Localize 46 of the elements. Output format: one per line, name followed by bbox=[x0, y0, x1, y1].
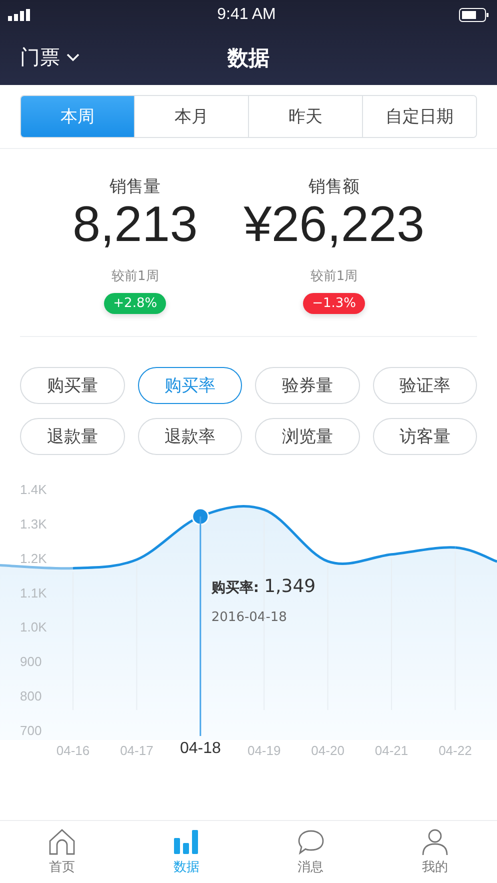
compare-label: 较前1周 bbox=[111, 268, 159, 284]
axis-label: 04-19 bbox=[247, 742, 281, 758]
caret-icon bbox=[66, 53, 80, 62]
axis-label: 900 bbox=[20, 654, 42, 669]
axis-label: 1.2K bbox=[20, 550, 47, 566]
data-point bbox=[192, 507, 210, 525]
metric-chip[interactable]: 访客量 bbox=[372, 418, 477, 454]
tooltip-date: 2016-04-18 bbox=[211, 610, 287, 624]
change-badge: +2.8% bbox=[104, 292, 166, 314]
metric-chip[interactable]: 退款率 bbox=[138, 418, 242, 454]
speech-bubble-icon bbox=[296, 828, 325, 856]
person-icon bbox=[420, 828, 449, 856]
axis-label: 1.3K bbox=[20, 516, 47, 531]
axis-label: 1.1K bbox=[20, 584, 47, 600]
metric-chip[interactable]: 浏览量 bbox=[255, 418, 360, 454]
stat-label: 销售量 bbox=[110, 176, 161, 198]
tooltip-value: 购买率: 1,349 bbox=[211, 576, 316, 596]
axis-label: 04-18 bbox=[180, 740, 221, 756]
axis-label: 800 bbox=[20, 688, 42, 704]
axis-label: 04-21 bbox=[374, 742, 408, 758]
axis-label: 700 bbox=[20, 722, 42, 738]
axis-label: 04-20 bbox=[311, 742, 344, 758]
nav-tab[interactable]: 首页 bbox=[0, 821, 124, 883]
bar-chart-icon bbox=[172, 828, 200, 856]
change-badge: −1.3% bbox=[303, 292, 366, 314]
page-title: 数据 bbox=[228, 44, 270, 72]
home-icon bbox=[48, 828, 76, 856]
nav-tab[interactable]: 我的 bbox=[372, 821, 497, 883]
stat-label: 销售额 bbox=[308, 176, 360, 198]
axis-label: 04-17 bbox=[120, 742, 154, 758]
axis-label: 04-16 bbox=[56, 742, 90, 758]
nav-tab[interactable]: 消息 bbox=[248, 821, 373, 883]
period-tab[interactable]: 自定日期 bbox=[362, 96, 476, 137]
axis-label: 1.4K bbox=[20, 482, 47, 496]
metric-chip[interactable]: 退款量 bbox=[20, 418, 124, 454]
status-time: 9:41 AM bbox=[217, 6, 276, 24]
metric-chip[interactable]: 验证率 bbox=[372, 366, 477, 404]
battery-icon bbox=[458, 8, 489, 22]
stat-value: ¥26,223 bbox=[244, 198, 424, 250]
metric-chip[interactable]: 购买量 bbox=[20, 366, 124, 404]
axis-label: 1.0K bbox=[20, 619, 47, 634]
axis-label: 04-22 bbox=[438, 742, 472, 758]
metric-chip[interactable]: 验券量 bbox=[255, 366, 360, 404]
compare-label: 较前1周 bbox=[310, 268, 358, 284]
stat-value: 8,213 bbox=[72, 198, 198, 250]
ticket-dropdown[interactable]: 门票 bbox=[20, 44, 80, 71]
